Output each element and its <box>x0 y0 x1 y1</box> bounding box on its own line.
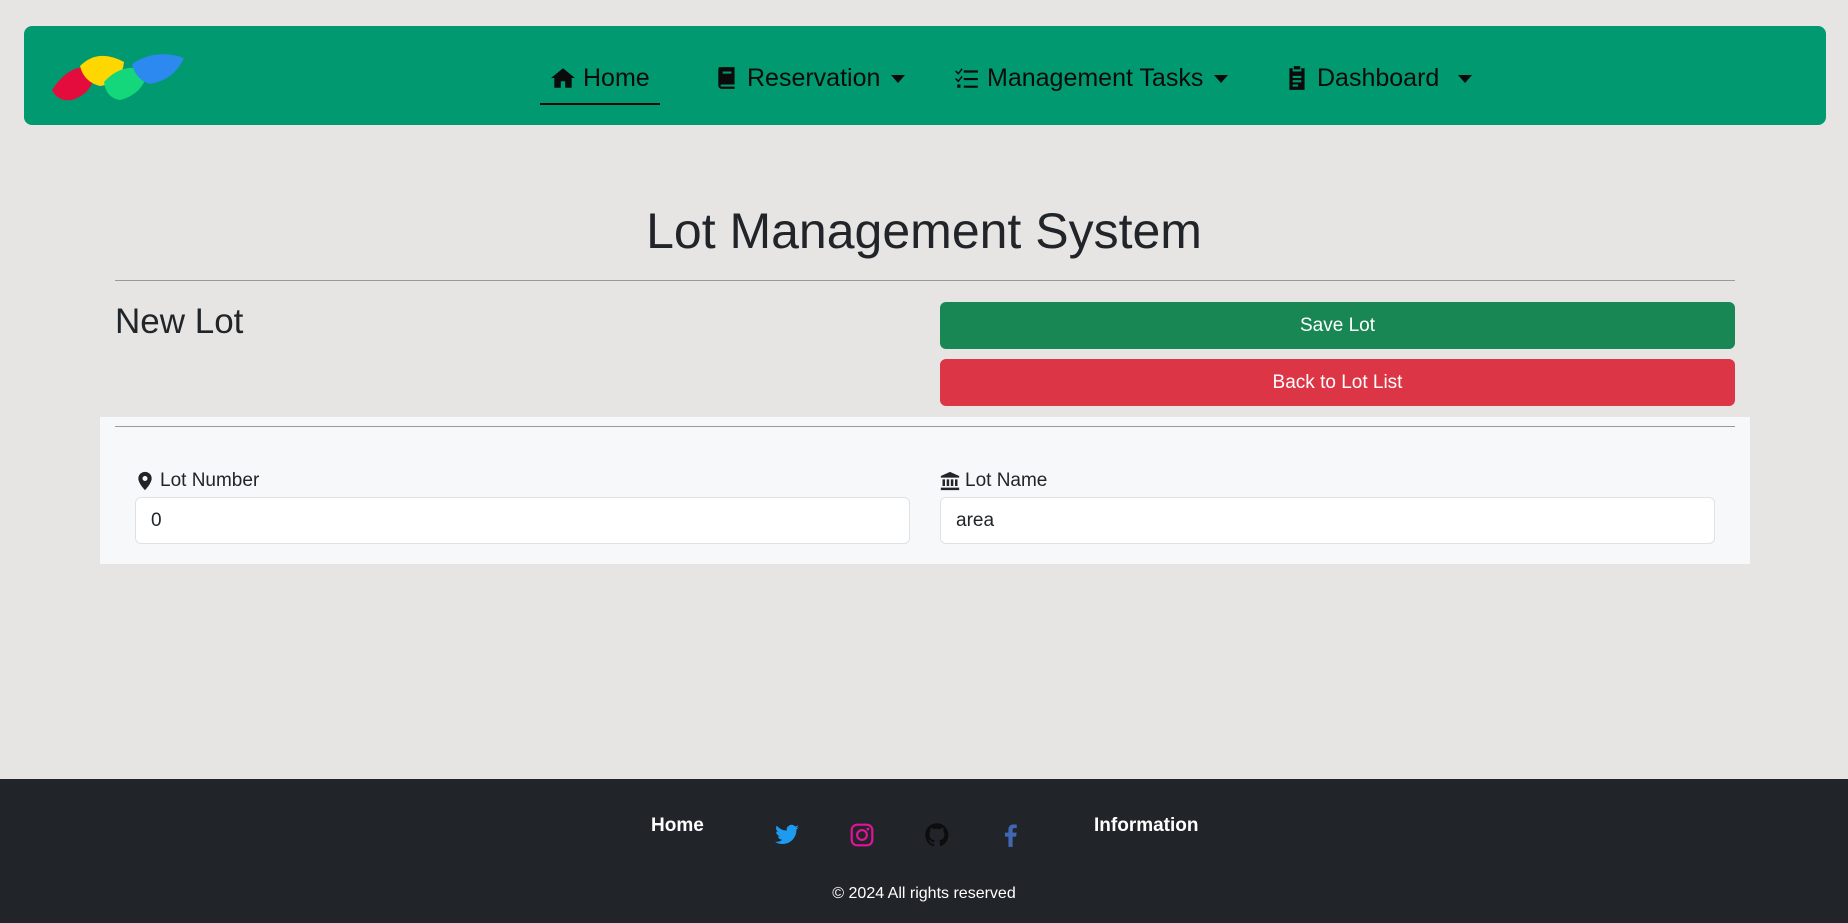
nav-item-management-tasks[interactable]: Management Tasks <box>954 60 1229 96</box>
page-title: Lot Management System <box>646 203 1202 259</box>
facebook-icon[interactable] <box>998 822 1024 848</box>
active-underline <box>540 103 660 105</box>
section-title: New Lot <box>115 302 244 341</box>
nav-item-label: Home <box>583 63 650 92</box>
clipboard-icon <box>1289 66 1305 90</box>
copyright-text: © 2024 All rights reserved <box>832 885 1016 902</box>
top-navbar <box>24 26 1826 125</box>
divider <box>115 426 1735 427</box>
book-icon <box>718 67 735 89</box>
nav-item-label: Dashboard <box>1317 63 1440 92</box>
list-check-icon <box>955 68 978 88</box>
divider <box>115 280 1735 281</box>
chevron-down-icon <box>1458 75 1473 83</box>
lot-number-input[interactable] <box>135 497 910 544</box>
lot-name-label-text: Lot Name <box>965 470 1048 491</box>
lot-number-label-text: Lot Number <box>160 470 260 491</box>
twitter-icon[interactable] <box>774 822 800 848</box>
lot-number-label: Lot Number <box>135 470 259 492</box>
home-icon <box>551 68 575 88</box>
back-to-lot-list-button[interactable]: Back to Lot List <box>940 359 1735 406</box>
nav-menu <box>24 26 1826 125</box>
lot-name-label: Lot Name <box>940 470 1047 492</box>
footer-home-link[interactable]: Home <box>651 815 704 837</box>
chevron-down-icon <box>1214 75 1229 83</box>
nav-item-reservation[interactable]: Reservation <box>714 60 906 96</box>
instagram-icon[interactable] <box>849 822 875 848</box>
nav-item-label: Management Tasks <box>987 63 1204 92</box>
map-marker-icon <box>138 471 152 491</box>
footer-information-link[interactable]: Information <box>1094 815 1199 837</box>
nav-item-label: Reservation <box>747 63 881 92</box>
save-lot-button[interactable]: Save Lot <box>940 302 1735 349</box>
bank-icon <box>940 471 960 491</box>
nav-item-home[interactable]: Home <box>550 60 650 96</box>
chevron-down-icon <box>891 75 906 83</box>
nav-item-dashboard[interactable]: Dashboard <box>1284 60 1473 96</box>
lot-name-input[interactable] <box>940 497 1715 544</box>
github-icon[interactable] <box>924 822 950 848</box>
